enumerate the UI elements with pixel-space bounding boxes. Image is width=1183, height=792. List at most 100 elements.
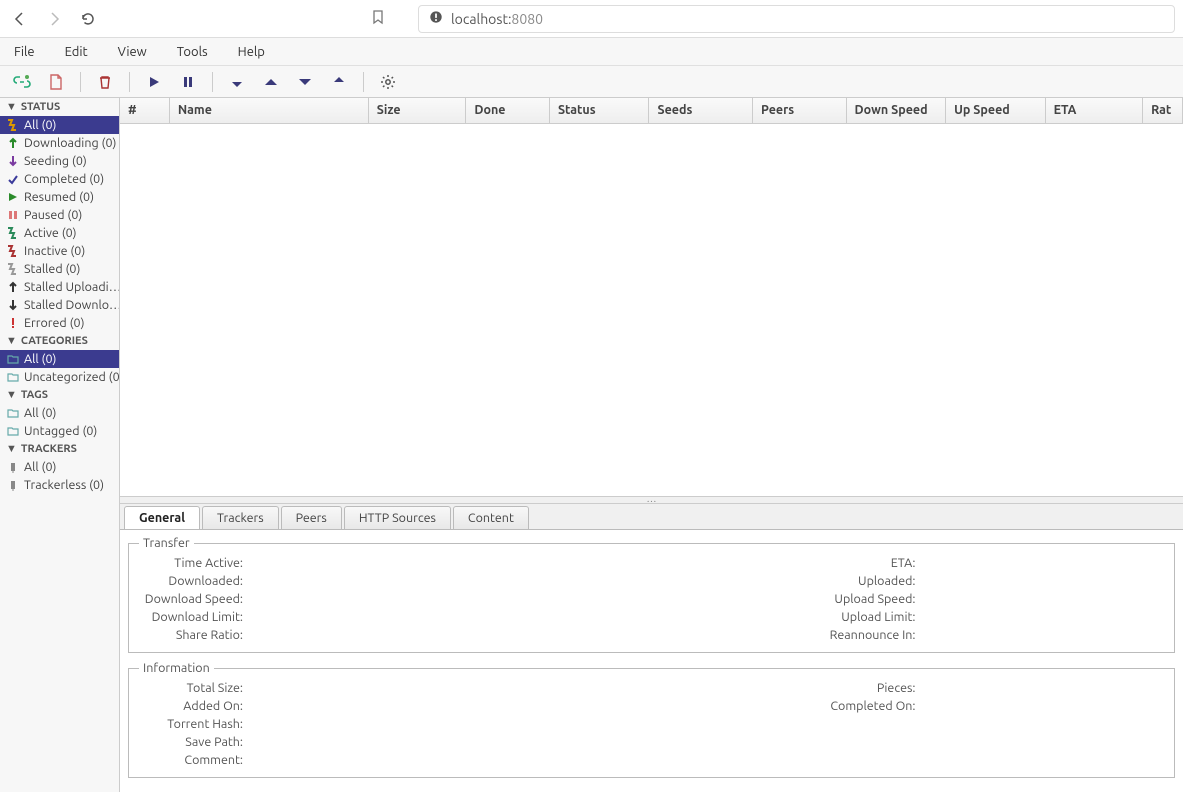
- detail-value: [379, 574, 622, 588]
- detail-label: Upload Limit:: [622, 610, 922, 624]
- table-header: #NameSizeDoneStatusSeedsPeersDown SpeedU…: [120, 98, 1183, 124]
- detail-label: Added On:: [139, 699, 249, 713]
- detail-label: [622, 717, 922, 731]
- add-file-button[interactable]: [42, 70, 70, 94]
- menu-tools[interactable]: Tools: [171, 43, 214, 61]
- sidebar-item[interactable]: Stalled (0): [0, 260, 119, 278]
- sidebar-item-label: All (0): [24, 406, 56, 420]
- menu-edit[interactable]: Edit: [59, 43, 94, 61]
- move-up-button[interactable]: [257, 70, 285, 94]
- sidebar-item[interactable]: Stalled Downlo…: [0, 296, 119, 314]
- detail-row: Download Speed:Upload Speed:: [139, 590, 1164, 608]
- tab-general[interactable]: General: [124, 506, 200, 529]
- move-top-button[interactable]: [223, 70, 251, 94]
- sidebar-item[interactable]: Active (0): [0, 224, 119, 242]
- url-bar[interactable]: localhost:8080: [418, 5, 1175, 33]
- sidebar-item[interactable]: All (0): [0, 404, 119, 422]
- detail-value: [379, 610, 622, 624]
- sidebar-item[interactable]: All (0): [0, 350, 119, 368]
- sidebar-item[interactable]: All (0): [0, 116, 119, 134]
- move-bottom-button[interactable]: [325, 70, 353, 94]
- column-header[interactable]: ETA: [1046, 98, 1144, 123]
- column-header[interactable]: Seeds: [649, 98, 753, 123]
- detail-label: Completed On:: [622, 699, 922, 713]
- sidebar-header-trackers[interactable]: ▼TRACKERS: [0, 440, 119, 458]
- sidebar-item-label: Inactive (0): [24, 244, 85, 258]
- sidebar-item-label: Active (0): [24, 226, 77, 240]
- tab-peers[interactable]: Peers: [281, 506, 342, 529]
- settings-button[interactable]: [374, 70, 402, 94]
- sidebar-item-label: Completed (0): [24, 172, 104, 186]
- column-header[interactable]: Name: [170, 98, 369, 123]
- sidebar-item-label: Stalled (0): [24, 262, 80, 276]
- bookmark-icon[interactable]: [370, 9, 394, 28]
- sidebar-item-label: Paused (0): [24, 208, 82, 222]
- nav-reload-button[interactable]: [76, 7, 100, 31]
- column-header[interactable]: Done: [466, 98, 550, 123]
- status-icon: [6, 136, 20, 150]
- menu-help[interactable]: Help: [232, 43, 271, 61]
- sidebar-item[interactable]: Uncategorized (0): [0, 368, 119, 386]
- detail-value: [922, 628, 1165, 642]
- sidebar-header-status[interactable]: ▼STATUS: [0, 98, 119, 116]
- status-icon: [6, 370, 20, 384]
- sidebar-header-categories[interactable]: ▼CATEGORIES: [0, 332, 119, 350]
- sidebar-item[interactable]: Inactive (0): [0, 242, 119, 260]
- menu-view[interactable]: View: [112, 43, 153, 61]
- status-icon: [6, 352, 20, 366]
- detail-label: Save Path:: [139, 735, 249, 749]
- sidebar-item[interactable]: Untagged (0): [0, 422, 119, 440]
- delete-button[interactable]: [91, 70, 119, 94]
- sidebar-item[interactable]: Errored (0): [0, 314, 119, 332]
- sidebar-header-tags[interactable]: ▼TAGS: [0, 386, 119, 404]
- tab-trackers[interactable]: Trackers: [202, 506, 279, 529]
- detail-label: Downloaded:: [139, 574, 249, 588]
- column-header[interactable]: Status: [550, 98, 650, 123]
- status-icon: [6, 298, 20, 312]
- column-header[interactable]: Peers: [753, 98, 847, 123]
- column-header[interactable]: Size: [369, 98, 467, 123]
- sidebar-item[interactable]: All (0): [0, 458, 119, 476]
- torrent-list[interactable]: [120, 124, 1183, 496]
- chevron-down-icon: ▼: [6, 389, 17, 401]
- sidebar-item[interactable]: Resumed (0): [0, 188, 119, 206]
- pause-button[interactable]: [174, 70, 202, 94]
- sidebar-item[interactable]: Paused (0): [0, 206, 119, 224]
- detail-label: Pieces:: [622, 681, 922, 695]
- nav-back-button[interactable]: [8, 7, 32, 31]
- chevron-down-icon: ▼: [6, 101, 17, 113]
- column-header[interactable]: #: [120, 98, 170, 123]
- toolbar: [0, 66, 1183, 98]
- detail-label: Uploaded:: [622, 574, 922, 588]
- sidebar-item[interactable]: Downloading (0): [0, 134, 119, 152]
- resume-button[interactable]: [140, 70, 168, 94]
- detail-label: Reannounce In:: [622, 628, 922, 642]
- detail-tabs: GeneralTrackersPeersHTTP SourcesContent: [120, 504, 1183, 529]
- sidebar-item[interactable]: Stalled Uploadi…: [0, 278, 119, 296]
- add-link-button[interactable]: [8, 70, 36, 94]
- menubar: File Edit View Tools Help: [0, 38, 1183, 66]
- detail-label: Upload Speed:: [622, 592, 922, 606]
- column-header[interactable]: Down Speed: [847, 98, 947, 123]
- sidebar-item-label: Resumed (0): [24, 190, 94, 204]
- detail-row: Comment:: [139, 751, 1164, 769]
- detail-label: Torrent Hash:: [139, 717, 249, 731]
- detail-label: Total Size:: [139, 681, 249, 695]
- sidebar-item[interactable]: Completed (0): [0, 170, 119, 188]
- nav-forward-button[interactable]: [42, 7, 66, 31]
- sidebar-item-label: Trackerless (0): [24, 478, 104, 492]
- menu-file[interactable]: File: [8, 43, 41, 61]
- chevron-down-icon: ▼: [6, 443, 17, 455]
- information-legend: Information: [139, 661, 214, 675]
- detail-value: [379, 592, 622, 606]
- splitter[interactable]: …: [120, 496, 1183, 504]
- detail-row: Torrent Hash:: [139, 715, 1164, 733]
- tab-content[interactable]: Content: [453, 506, 529, 529]
- sidebar-item[interactable]: Trackerless (0): [0, 476, 119, 494]
- column-header[interactable]: Rat: [1143, 98, 1183, 123]
- tab-http-sources[interactable]: HTTP Sources: [344, 506, 451, 529]
- status-icon: [6, 226, 20, 240]
- sidebar-item[interactable]: Seeding (0): [0, 152, 119, 170]
- move-down-button[interactable]: [291, 70, 319, 94]
- column-header[interactable]: Up Speed: [946, 98, 1046, 123]
